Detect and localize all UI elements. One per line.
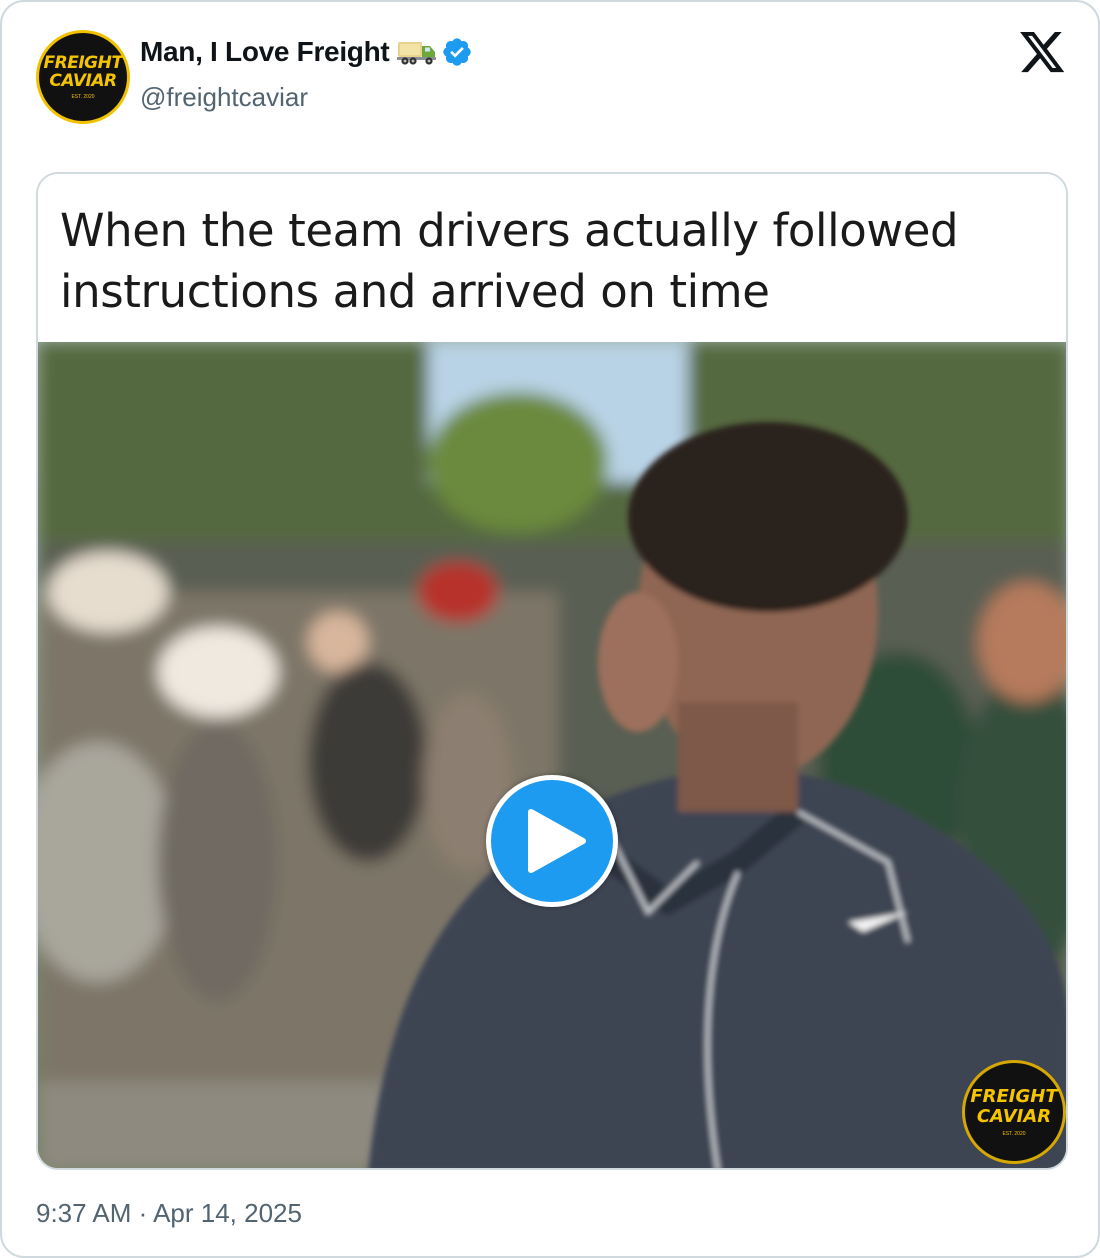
author-name-row: Man, I Love Freight <box>140 36 473 68</box>
author-handle[interactable]: @freightcaviar <box>140 82 308 113</box>
play-icon <box>528 809 586 873</box>
watermark-text-line2: CAVIAR <box>976 1106 1052 1127</box>
avatar-text-line2: CAVIAR <box>49 71 117 91</box>
watermark-text-line3: EST. 2020 <box>1002 1131 1026 1137</box>
play-button[interactable] <box>486 775 618 907</box>
verified-badge-icon <box>443 38 472 66</box>
truck-emoji-icon <box>397 42 437 65</box>
freight-caviar-watermark: FREIGHT CAVIAR EST. 2020 <box>962 1060 1066 1164</box>
tweet-timestamp[interactable]: 9:37 AM · Apr 14, 2025 <box>36 1198 302 1229</box>
avatar-text-line1: FREIGHT <box>43 53 123 73</box>
avatar-text-line3: EST. 2020 <box>71 94 95 100</box>
tweet-media[interactable]: When the team drivers actually followed … <box>36 172 1068 1170</box>
avatar[interactable]: FREIGHT CAVIAR EST. 2020 <box>36 30 130 124</box>
x-logo-icon[interactable] <box>1020 32 1066 74</box>
video-player[interactable]: FREIGHT CAVIAR EST. 2020 <box>38 342 1066 1168</box>
video-thumbnail <box>38 342 1066 1168</box>
author-display-name[interactable]: Man, I Love Freight <box>140 36 390 68</box>
meme-caption: When the team drivers actually followed … <box>38 174 1066 342</box>
tweet-card: FREIGHT CAVIAR EST. 2020 Man, I Love Fre… <box>0 0 1100 1258</box>
watermark-text-line1: FREIGHT <box>970 1086 1058 1107</box>
